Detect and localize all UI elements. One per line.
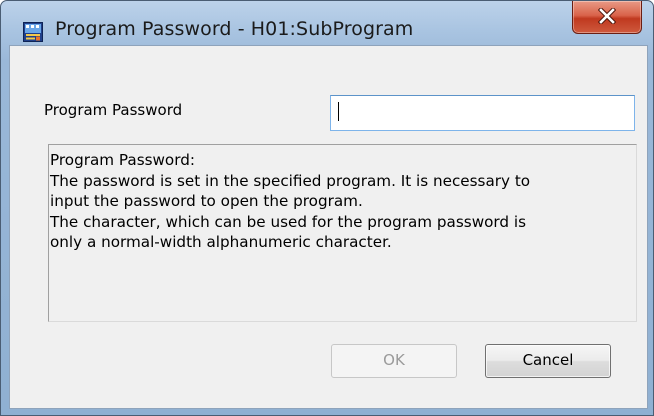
close-button[interactable] [572,1,642,34]
ok-button[interactable]: OK [331,344,457,378]
password-input[interactable] [330,95,635,131]
dialog-window: Program Password - H01:SubProgram Progra… [0,0,654,416]
cancel-button[interactable]: Cancel [485,344,611,378]
description-line: Program Password: [50,151,195,169]
password-label: Program Password [44,101,183,119]
description-line: The password is set in the specified pro… [50,171,531,190]
description-line: The character, which can be used for the… [50,212,526,231]
window-title: Program Password - H01:SubProgram [55,18,414,40]
dialog-content: Program Password Program Password: The p… [9,45,648,409]
title-bar[interactable]: Program Password - H01:SubProgram [1,1,653,45]
description-box: Program Password: The password is set in… [48,144,637,322]
description-line: only a normal-width alphanumeric charact… [50,233,392,251]
text-caret [338,102,339,121]
program-app-icon [23,22,43,42]
description-line: input the password to open the program. [50,192,363,210]
